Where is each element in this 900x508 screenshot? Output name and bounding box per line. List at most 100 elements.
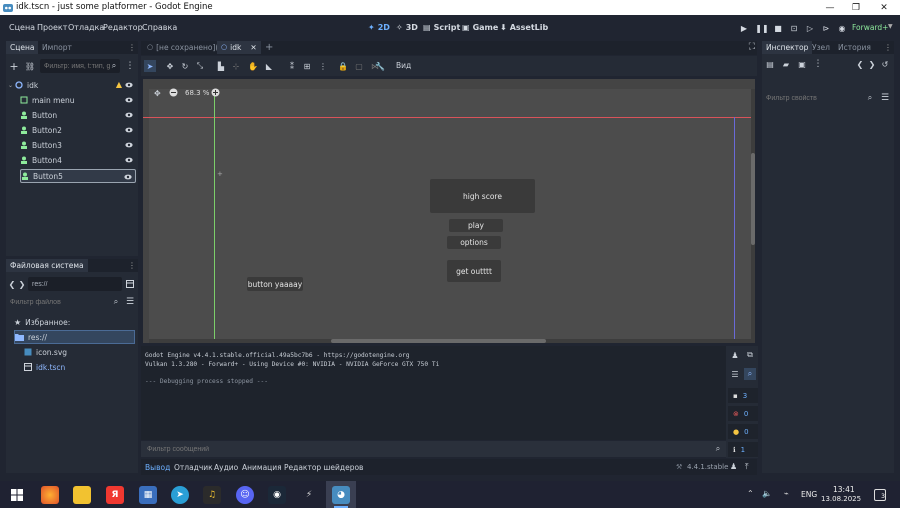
folder-res-row[interactable]: res:// <box>14 330 135 344</box>
volume-icon[interactable]: 🔈 <box>762 489 772 498</box>
tab-import[interactable]: Импорт <box>38 41 76 54</box>
file-explorer-icon[interactable] <box>73 486 91 504</box>
group-icon[interactable]: ▢ <box>353 60 365 72</box>
yandex-browser-icon[interactable]: Я <box>106 486 124 504</box>
warning-count-toggle[interactable]: ● 0 <box>728 424 758 439</box>
godot-app-icon[interactable]: ◕ <box>332 486 350 504</box>
resource-menu-icon[interactable]: ⋮ <box>812 58 824 70</box>
zoom-out-icon[interactable] <box>169 88 178 97</box>
tab-debugger[interactable]: Отладчик <box>174 463 213 472</box>
canvas-viewport[interactable]: + ✥ 68.3 % high score play options get o… <box>143 79 755 343</box>
steam-icon[interactable]: ◉ <box>268 486 286 504</box>
forward-icon[interactable]: ❯ <box>16 278 28 290</box>
link-icon[interactable]: ⛓ <box>24 60 36 72</box>
chevron-up-icon[interactable]: ⌃ <box>747 489 754 498</box>
menu-debug[interactable]: Отладка <box>68 23 104 32</box>
clock-date[interactable]: 13.08.2025 <box>821 495 861 503</box>
move-tool-icon[interactable]: ✥ <box>164 60 176 72</box>
rotate-tool-icon[interactable]: ↻ <box>179 60 191 72</box>
scrollbar-thumb[interactable] <box>331 339 546 343</box>
grid-snap-icon[interactable]: ⊞ <box>301 60 313 72</box>
scale-tool-icon[interactable]: ⤡ <box>194 60 206 72</box>
telegram-icon[interactable]: ➤ <box>171 486 189 504</box>
tab-idk[interactable]: ○ idk ✕ <box>217 41 261 54</box>
snap-icon[interactable]: ⁑ <box>286 60 298 72</box>
filter-icon[interactable]: ☰ <box>729 368 741 380</box>
menu-editor[interactable]: Редактор <box>103 23 143 32</box>
new-resource-icon[interactable]: ▤ <box>764 58 776 70</box>
tab-filesystem[interactable]: Файловая система <box>6 259 88 272</box>
lock-icon[interactable]: 🔒 <box>337 60 349 72</box>
tab-animation[interactable]: Анимация <box>242 463 282 472</box>
play-icon[interactable]: ▶ <box>738 22 750 34</box>
search-icon[interactable]: ⌕ <box>110 296 122 308</box>
history-back-icon[interactable]: ❮ <box>854 58 866 70</box>
log-count-toggle[interactable]: ▪ 3 <box>728 388 758 403</box>
add-node-icon[interactable]: + <box>8 60 20 73</box>
chevron-down-icon[interactable]: ▼ <box>888 23 893 30</box>
open-resource-icon[interactable]: ▰ <box>780 58 792 70</box>
mode-script-button[interactable]: ▤ Script <box>423 23 460 32</box>
play-button[interactable]: play <box>449 219 503 232</box>
search-icon[interactable]: ⌕ <box>108 60 120 72</box>
error-count-toggle[interactable]: ⊗ 0 <box>728 406 758 421</box>
zoom-in-icon[interactable] <box>211 88 220 97</box>
tree-item-button[interactable]: Button <box>20 108 136 122</box>
high-score-button[interactable]: high score <box>430 179 535 213</box>
pan-tool-icon[interactable]: ✋ <box>247 60 259 72</box>
tab-node[interactable]: Узел <box>808 41 834 54</box>
new-tab-button[interactable]: + <box>261 41 277 54</box>
dock-menu-icon[interactable]: ⋮ <box>128 261 136 270</box>
stop-icon[interactable]: ■ <box>772 22 784 34</box>
remote-debug-icon[interactable]: ⊡ <box>788 22 800 34</box>
history-forward-icon[interactable]: ❯ <box>866 58 878 70</box>
info-count-toggle[interactable]: ℹ1 <box>728 442 758 457</box>
get-out-button[interactable]: get outttt <box>447 260 501 282</box>
play-custom-icon[interactable]: ⊳ <box>820 22 832 34</box>
file-filter-input[interactable] <box>6 295 122 309</box>
horizontal-scrollbar[interactable] <box>149 339 751 343</box>
pivot-icon[interactable]: ⊹ <box>230 60 242 72</box>
mode-2d-button[interactable]: ✦ 2D <box>368 23 390 32</box>
inspector-options-icon[interactable]: ☰ <box>879 92 891 104</box>
menu-help[interactable]: Справка <box>142 23 177 32</box>
menu-project[interactable]: Проект <box>37 23 67 32</box>
tab-audio[interactable]: Аудио <box>214 463 238 472</box>
maximize-button[interactable]: ❐ <box>842 0 870 15</box>
firefox-icon[interactable] <box>41 486 59 504</box>
view-menu[interactable]: Вид <box>396 61 411 70</box>
tree-item-button5[interactable]: Button5 <box>20 169 136 183</box>
warning-icon[interactable]: ▲ <box>116 80 122 89</box>
dock-menu-icon[interactable]: ⋮ <box>884 43 892 52</box>
mode-3d-button[interactable]: ✧ 3D <box>396 23 418 32</box>
search-icon[interactable]: ⌕ <box>864 92 876 104</box>
network-icon[interactable]: ⌁ <box>784 489 789 498</box>
snap-menu-icon[interactable]: ⋮ <box>317 60 329 72</box>
save-resource-icon[interactable]: ▣ <box>796 58 808 70</box>
layout-icon[interactable] <box>124 278 136 290</box>
notifications-icon[interactable]: 3 <box>874 489 886 501</box>
renderer-selector[interactable]: Forward+ <box>852 23 888 32</box>
measure-icon[interactable]: ◣ <box>263 60 275 72</box>
movie-icon[interactable]: ◉ <box>836 22 848 34</box>
select-tool-icon[interactable]: ➤ <box>144 60 156 72</box>
tab-inspector[interactable]: Инспектор <box>762 41 813 54</box>
mode-assetlib-button[interactable]: ⬇ AssetLib <box>500 23 548 32</box>
yaaaay-button[interactable]: button yaaaay <box>247 277 303 291</box>
close-button[interactable]: ✕ <box>870 0 898 15</box>
discord-icon[interactable]: ☺ <box>236 486 254 504</box>
options-button[interactable]: options <box>447 236 501 249</box>
visibility-icon[interactable] <box>125 111 133 119</box>
scrollbar-thumb[interactable] <box>751 153 755 245</box>
tab-shader-editor[interactable]: Редактор шейдеров <box>284 463 363 472</box>
language-indicator[interactable]: ENG <box>801 490 817 499</box>
tree-item-button4[interactable]: Button4 <box>20 153 136 167</box>
message-filter-input[interactable] <box>143 442 723 456</box>
tab-scene[interactable]: Сцена <box>6 41 39 54</box>
wrench-icon[interactable]: 🔧 <box>374 60 386 72</box>
visibility-icon[interactable] <box>125 126 133 134</box>
calculator-icon[interactable]: ▦ <box>139 486 157 504</box>
search-icon[interactable]: ⌕ <box>712 443 724 455</box>
file-idk-tscn-row[interactable]: idk.tscn <box>24 360 134 374</box>
path-input[interactable] <box>28 277 122 291</box>
